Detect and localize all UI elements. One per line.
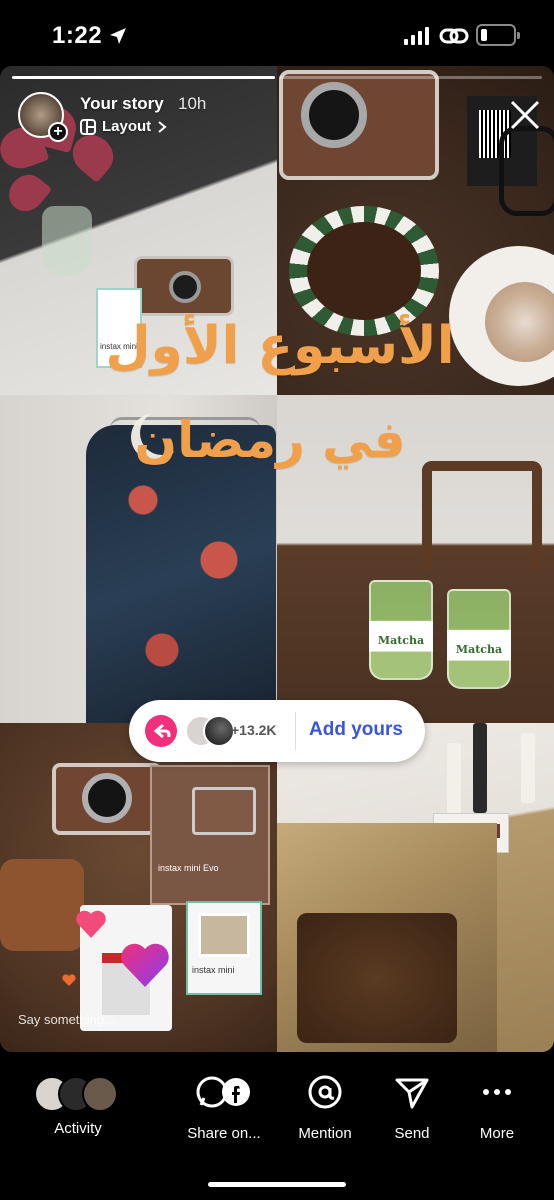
- close-icon[interactable]: [508, 98, 542, 132]
- overlay-text-line1[interactable]: الأسبوع الأول: [100, 316, 460, 376]
- camera-case-shape: [0, 859, 84, 951]
- plate-shape: [449, 246, 554, 386]
- photo-tile-chest: [277, 723, 554, 1052]
- battery-fill: [481, 29, 487, 41]
- share-button[interactable]: Share on...: [178, 1072, 270, 1142]
- chair-shape: [422, 461, 542, 571]
- instax-box-label: instax mini Evo: [158, 863, 219, 873]
- heart-icon: [62, 974, 76, 986]
- status-time: 1:22: [52, 22, 103, 49]
- mention-button[interactable]: Mention: [290, 1072, 360, 1142]
- share-label: Share on...: [187, 1125, 261, 1142]
- matcha-label: Matcha: [455, 643, 503, 656]
- heart-icon: [121, 943, 169, 987]
- camera-shape: [52, 763, 162, 835]
- activity-label: Activity: [54, 1120, 102, 1137]
- more-icon: [483, 1089, 511, 1095]
- film-box-shape: instax mini: [186, 901, 262, 995]
- chevron-right-icon: [158, 120, 167, 133]
- layout-icon: [80, 118, 96, 135]
- story-title[interactable]: Your story: [80, 94, 164, 114]
- more-label: More: [479, 1125, 515, 1142]
- send-label: Send: [394, 1125, 430, 1142]
- plus-icon[interactable]: +: [48, 122, 68, 142]
- story-canvas[interactable]: instax mini Matcha Matcha instax mini Ev…: [0, 66, 554, 1052]
- progress-segment: [279, 76, 542, 79]
- photo-tile-camera: instax mini Evo instax mini: [0, 723, 277, 1052]
- heart-icon: [76, 910, 106, 938]
- camera-shape: [279, 70, 439, 180]
- whatsapp-facebook-icon: [196, 1076, 250, 1108]
- layout-label: Layout: [102, 118, 152, 135]
- send-button[interactable]: Send: [384, 1072, 440, 1142]
- more-button[interactable]: More: [470, 1072, 524, 1142]
- story-age: 10h: [178, 94, 207, 113]
- home-indicator[interactable]: [208, 1182, 346, 1187]
- reply-arrow-icon: [145, 715, 177, 747]
- chest-shape: [277, 823, 497, 1052]
- comment-placeholder[interactable]: Say something...: [18, 1012, 115, 1027]
- avatar[interactable]: +: [18, 92, 68, 142]
- add-yours-button[interactable]: Add yours: [309, 719, 403, 741]
- link-icon: [439, 28, 469, 44]
- camera-box-shape: instax mini Evo: [150, 765, 270, 905]
- makeup-shape: [473, 723, 487, 813]
- battery-icon: [476, 24, 520, 46]
- location-arrow-icon: [110, 28, 126, 44]
- bottom-action-bar: Activity Share on... Mention Send More: [0, 1052, 554, 1200]
- progress-segment: [12, 76, 275, 79]
- activity-avatars: [28, 1072, 128, 1112]
- makeup-shape: [521, 733, 535, 803]
- avatar: [82, 1076, 118, 1112]
- camera-shape: [134, 256, 234, 316]
- add-yours-sticker[interactable]: +13.2K Add yours: [129, 700, 425, 762]
- instax-film-label: instax mini: [192, 965, 235, 975]
- story-progress: [12, 76, 542, 79]
- matcha-cup: Matcha: [369, 580, 433, 680]
- divider: [295, 712, 296, 750]
- status-bar: 1:22: [0, 0, 554, 66]
- participant-count: +13.2K: [231, 722, 277, 738]
- matcha-label: Matcha: [377, 634, 425, 647]
- glasses-shape: [499, 126, 554, 216]
- at-icon: [308, 1075, 342, 1109]
- signal-bars-icon: [404, 27, 429, 45]
- dress-shape: [86, 425, 276, 723]
- overlay-text-line2[interactable]: في رمضان: [130, 411, 410, 469]
- send-icon: [395, 1078, 429, 1109]
- activity-button[interactable]: Activity: [34, 1072, 118, 1137]
- layout-button[interactable]: Layout: [80, 118, 167, 135]
- vase-shape: [42, 206, 92, 276]
- matcha-cup: Matcha: [447, 589, 511, 689]
- mention-label: Mention: [298, 1125, 352, 1142]
